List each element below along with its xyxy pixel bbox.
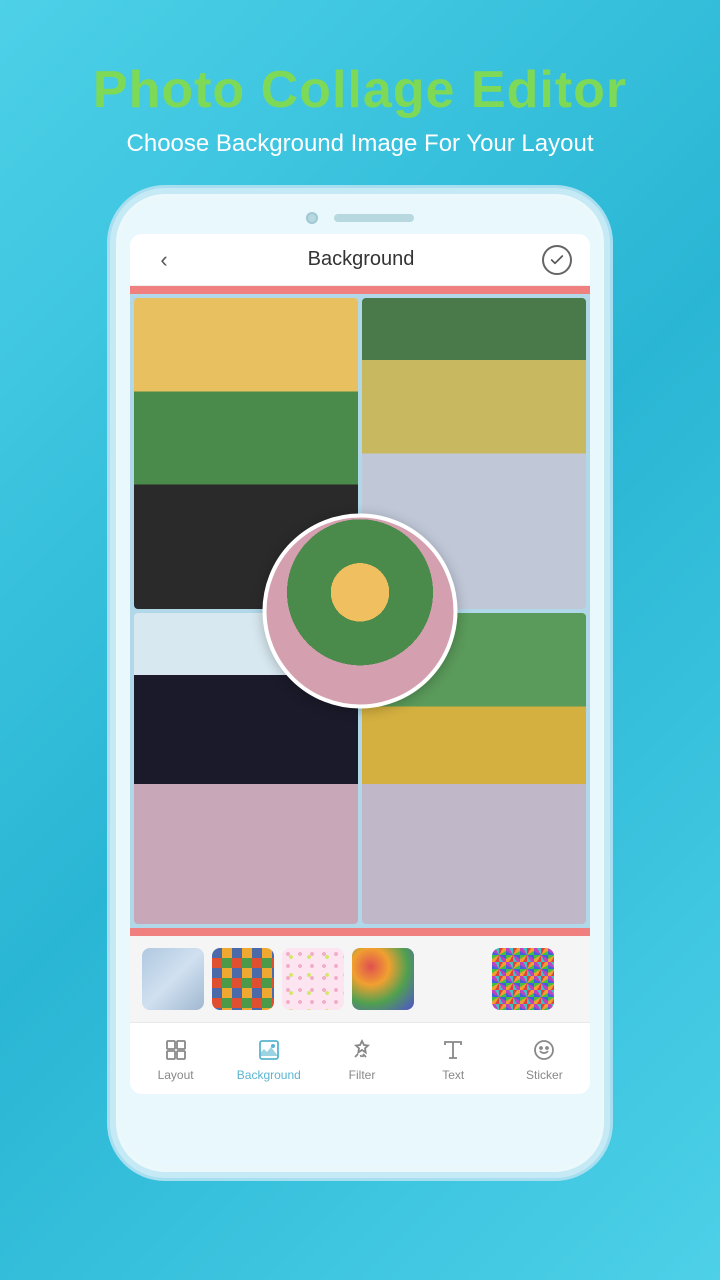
texture-thumb-3[interactable] [282, 948, 344, 1010]
phone-camera [306, 212, 318, 224]
layout-label: Layout [158, 1068, 194, 1082]
screen-title: Background [308, 248, 415, 271]
layout-icon [162, 1036, 190, 1064]
sticker-icon [530, 1036, 558, 1064]
nav-item-background[interactable]: Background [237, 1036, 301, 1082]
phone-top-bar [116, 194, 604, 234]
texture-thumb-6[interactable] [492, 948, 554, 1010]
sticker-label: Sticker [526, 1068, 563, 1082]
nav-item-text[interactable]: Text [423, 1036, 483, 1082]
top-accent-bar [130, 286, 590, 294]
confirm-button[interactable] [542, 245, 572, 275]
app-subtitle: Choose Background Image For Your Layout [127, 130, 594, 158]
texture-thumb-5[interactable] [422, 948, 484, 1010]
background-label: Background [237, 1068, 301, 1082]
nav-item-sticker[interactable]: Sticker [514, 1036, 574, 1082]
filter-label: Filter [349, 1068, 376, 1082]
filter-icon [348, 1036, 376, 1064]
nav-item-filter[interactable]: Filter [332, 1036, 392, 1082]
collage-area [130, 294, 590, 928]
texture-row [130, 936, 590, 1022]
circle-center-photo[interactable] [263, 514, 458, 709]
screen-header: ‹ Background [130, 234, 590, 286]
bottom-accent-bar [130, 928, 590, 936]
phone-screen: ‹ Background [130, 234, 590, 1094]
text-label: Text [442, 1068, 464, 1082]
texture-thumb-1[interactable] [142, 948, 204, 1010]
back-button[interactable]: ‹ [148, 247, 180, 273]
phone-speaker [334, 214, 414, 222]
nav-item-layout[interactable]: Layout [146, 1036, 206, 1082]
app-title: Photo Collage Editor [93, 60, 627, 120]
background-icon [255, 1036, 283, 1064]
bottom-nav: Layout Background [130, 1022, 590, 1094]
text-icon [439, 1036, 467, 1064]
phone-frame: ‹ Background [110, 188, 610, 1178]
texture-thumb-4[interactable] [352, 948, 414, 1010]
texture-thumb-2[interactable] [212, 948, 274, 1010]
